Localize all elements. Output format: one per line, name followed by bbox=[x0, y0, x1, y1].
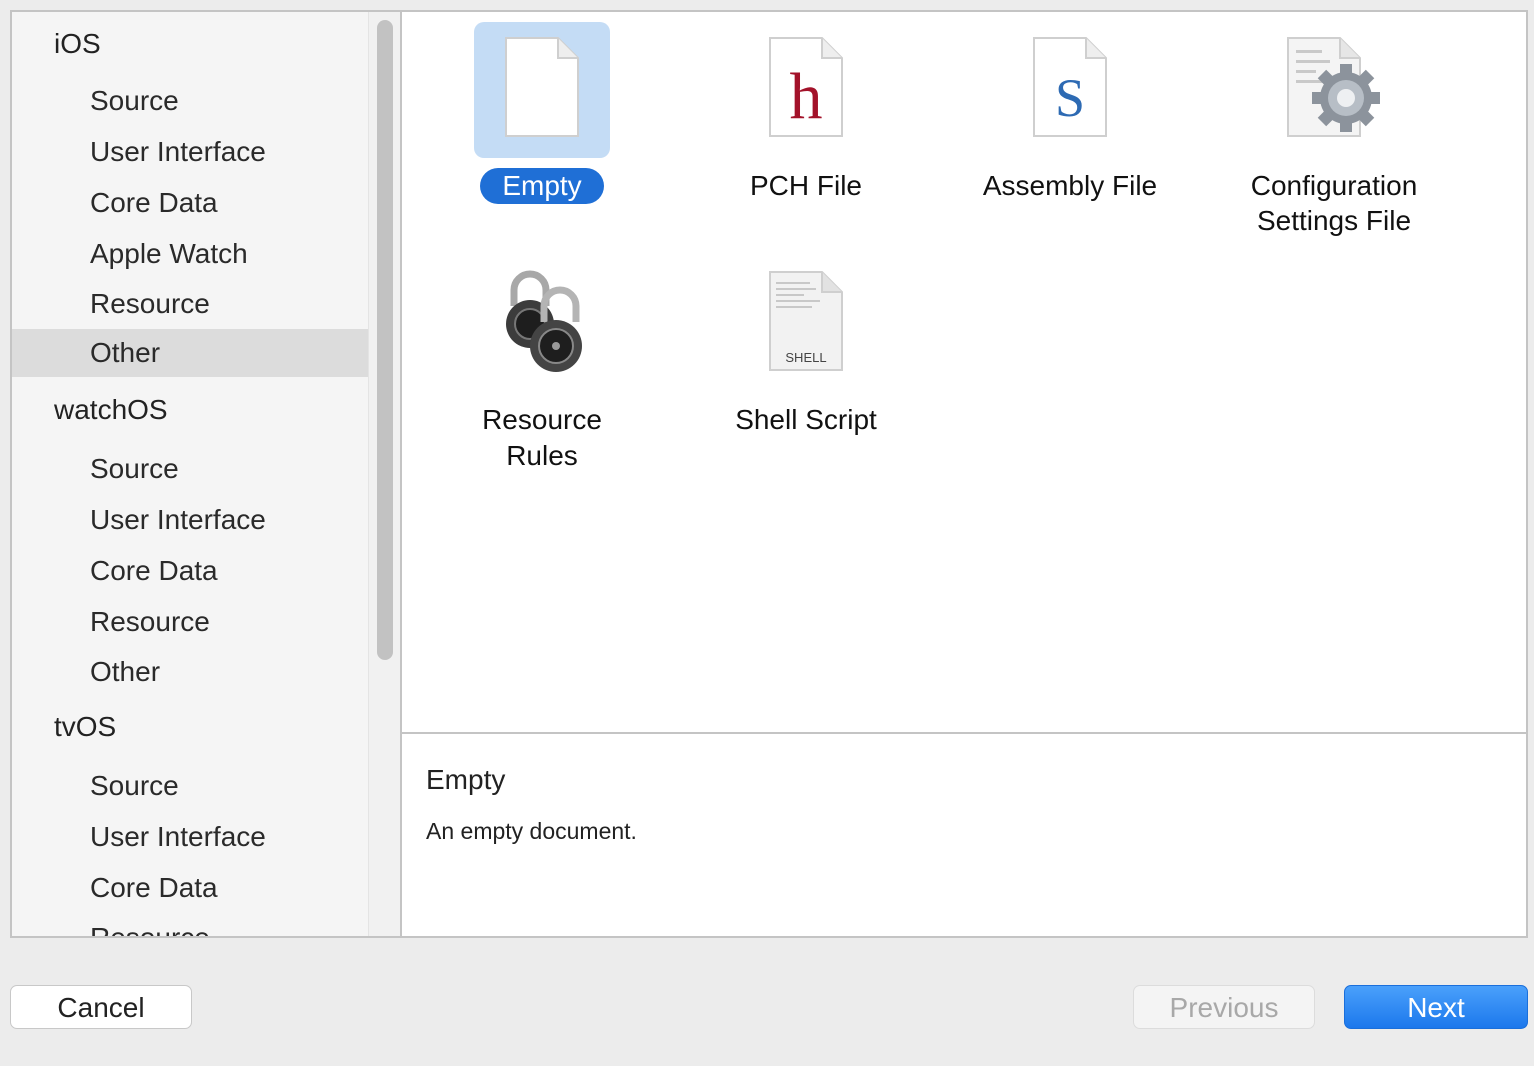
template-grid: Empty h PCH File S Assembly File Configu… bbox=[402, 12, 1526, 732]
description-title: Empty bbox=[426, 764, 506, 795]
sidebar-item-watchos-other[interactable]: Other bbox=[12, 648, 368, 696]
sidebar-item-tvos-resource[interactable]: Resource bbox=[12, 914, 368, 936]
previous-button[interactable]: Previous bbox=[1133, 985, 1315, 1029]
sidebar-item-watchos-source[interactable]: Source bbox=[12, 445, 368, 493]
group-title-ios: iOS bbox=[54, 28, 101, 59]
assembly-file-icon: S bbox=[1033, 37, 1107, 137]
template-label: Empty bbox=[480, 168, 604, 204]
description-text: An empty document. bbox=[426, 818, 637, 844]
template-chooser-panel: iOS Source User Interface Core Data Appl… bbox=[10, 10, 1528, 938]
shell-script-icon: SHELL bbox=[769, 271, 843, 371]
template-assembly-file[interactable]: S Assembly File bbox=[950, 22, 1190, 204]
sidebar-item-ios-resource[interactable]: Resource bbox=[12, 280, 368, 328]
template-label: Configuration Settings File bbox=[1250, 170, 1418, 236]
sidebar-item-ios-user-interface[interactable]: User Interface bbox=[12, 128, 368, 176]
sidebar-item-ios-apple-watch[interactable]: Apple Watch bbox=[12, 230, 368, 278]
template-label: PCH File bbox=[749, 170, 862, 201]
sidebar-item-watchos-core-data[interactable]: Core Data bbox=[12, 547, 368, 595]
template-label: Assembly File bbox=[982, 170, 1158, 201]
sidebar-item-watchos-user-interface[interactable]: User Interface bbox=[12, 496, 368, 544]
platform-sidebar: iOS Source User Interface Core Data Appl… bbox=[12, 12, 368, 936]
sidebar-item-ios-other[interactable]: Other bbox=[12, 329, 368, 377]
sidebar-item-tvos-core-data[interactable]: Core Data bbox=[12, 864, 368, 912]
empty-document-icon bbox=[505, 37, 579, 137]
sidebar-item-tvos-user-interface[interactable]: User Interface bbox=[12, 813, 368, 861]
group-title-tvos: tvOS bbox=[54, 711, 117, 742]
template-configuration-settings-file[interactable]: Configuration Settings File bbox=[1214, 22, 1454, 238]
cancel-button[interactable]: Cancel bbox=[10, 985, 192, 1029]
template-label: Resource Rules bbox=[482, 404, 602, 471]
pch-file-icon: h bbox=[769, 37, 843, 137]
template-description-pane: Empty An empty document. bbox=[402, 734, 1526, 936]
svg-text:S: S bbox=[1055, 68, 1085, 128]
template-resource-rules[interactable]: Resource Rules bbox=[422, 256, 662, 474]
sidebar-item-tvos-source[interactable]: Source bbox=[12, 762, 368, 810]
sidebar-item-watchos-resource[interactable]: Resource bbox=[12, 598, 368, 646]
template-empty[interactable]: Empty bbox=[422, 22, 662, 204]
sidebar-scrollbar-thumb[interactable] bbox=[377, 20, 393, 660]
sidebar-item-ios-core-data[interactable]: Core Data bbox=[12, 179, 368, 227]
svg-text:SHELL: SHELL bbox=[785, 350, 826, 365]
sidebar-item-ios-source[interactable]: Source bbox=[12, 77, 368, 125]
template-label: Shell Script bbox=[735, 404, 877, 435]
template-shell-script[interactable]: SHELL Shell Script bbox=[686, 256, 926, 438]
next-button[interactable]: Next bbox=[1344, 985, 1528, 1029]
group-title-watchos: watchOS bbox=[54, 394, 168, 425]
sidebar-scrollbar[interactable] bbox=[368, 12, 400, 936]
padlocks-icon bbox=[506, 270, 582, 372]
template-pch-file[interactable]: h PCH File bbox=[686, 22, 926, 204]
svg-text:h: h bbox=[790, 60, 823, 133]
configuration-settings-icon bbox=[1287, 37, 1380, 137]
